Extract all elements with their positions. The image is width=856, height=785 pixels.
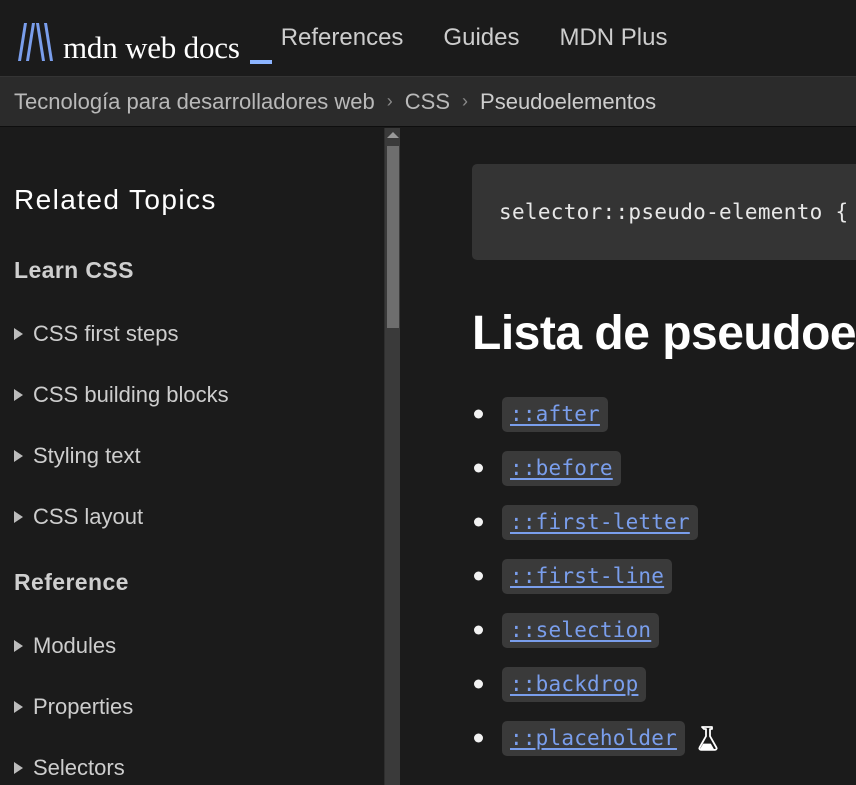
- triangle-right-icon: [14, 389, 23, 401]
- pseudo-link-label: ::backdrop: [510, 671, 639, 696]
- sidebar-scrollbar[interactable]: [384, 128, 400, 785]
- pseudo-link-backdrop[interactable]: ::backdrop: [502, 666, 647, 702]
- breadcrumb: Tecnología para desarrolladores web › CS…: [0, 76, 856, 127]
- pseudo-link-label: ::before: [510, 455, 613, 480]
- pseudo-link-label: ::placeholder: [510, 725, 677, 750]
- breadcrumb-item-pseudoelementos: Pseudoelementos: [480, 88, 657, 114]
- list-item: ::selection: [472, 603, 856, 657]
- article-content: Sintaxis selector::pseudo-elemento { Lis…: [400, 128, 856, 785]
- sidebar-item-css-building-blocks[interactable]: CSS building blocks: [14, 384, 370, 406]
- heading-lista-pseudoelementos: Lista de pseudoelementos: [472, 307, 856, 360]
- sidebar-item-label: Properties: [33, 694, 134, 719]
- mdn-slash-mark-icon: [18, 23, 53, 61]
- triangle-right-icon: [14, 511, 23, 523]
- sidebar-item-label: CSS layout: [33, 504, 144, 529]
- sidebar-item-label: CSS building blocks: [33, 382, 229, 407]
- pseudo-link-placeholder[interactable]: ::placeholder: [502, 720, 685, 756]
- sidebar-item-modules[interactable]: Modules: [14, 635, 370, 657]
- list-item: ::before: [472, 441, 856, 495]
- triangle-right-icon: [14, 450, 23, 462]
- sidebar-item-css-first-steps[interactable]: CSS first steps: [14, 323, 370, 345]
- list-item: ::after: [472, 387, 856, 441]
- sidebar-item-css-layout[interactable]: CSS layout: [14, 506, 370, 528]
- pseudo-link-selection[interactable]: ::selection: [502, 612, 660, 648]
- triangle-right-icon: [14, 701, 23, 713]
- list-item: [472, 765, 856, 785]
- related-topics-sidebar: Related Topics Learn CSS CSS first steps…: [0, 128, 384, 785]
- sidebar-item-styling-text[interactable]: Styling text: [14, 445, 370, 467]
- mdn-logo-text: mdn web docs: [63, 30, 240, 65]
- mdn-logo[interactable]: mdn web docs: [14, 15, 272, 65]
- sidebar-section-learn-css: Learn CSS: [14, 257, 134, 283]
- sidebar-item-properties[interactable]: Properties: [14, 696, 370, 718]
- sidebar-item-label: Modules: [33, 633, 117, 658]
- pseudo-element-list: ::after ::before ::first-letter::first-…: [472, 387, 856, 785]
- flask-icon: [698, 726, 718, 751]
- pseudo-link-label: ::first-line: [510, 563, 665, 588]
- sidebar-item-label: Selectors: [33, 755, 125, 780]
- site-header: mdn web docs References Guides MDN Plus: [0, 0, 856, 76]
- list-item: ::placeholder: [472, 711, 856, 765]
- triangle-right-icon: [14, 762, 23, 774]
- pseudo-link-label: ::selection: [510, 617, 652, 642]
- list-item: ::backdrop: [472, 657, 856, 711]
- breadcrumb-separator-icon: ›: [386, 90, 393, 111]
- list-item: ::first-line: [472, 549, 856, 603]
- breadcrumb-separator-icon: ›: [462, 90, 469, 111]
- scrollbar-thumb[interactable]: [387, 146, 399, 328]
- triangle-right-icon: [14, 640, 23, 652]
- pseudo-link-first-line[interactable]: ::first-line: [502, 558, 673, 594]
- mdn-page: mdn web docs References Guides MDN Plus …: [0, 0, 856, 785]
- syntax-code-block: selector::pseudo-elemento {: [472, 164, 856, 260]
- pseudo-link-first-letter[interactable]: ::first-letter: [502, 504, 698, 540]
- nav-item-guides[interactable]: Guides: [443, 20, 519, 56]
- pseudo-link-label: ::first-letter: [510, 509, 690, 534]
- pseudo-link-label: ::after: [510, 401, 600, 426]
- list-item: ::first-letter: [472, 495, 856, 549]
- nav-item-mdn-plus[interactable]: MDN Plus: [559, 20, 667, 56]
- sidebar-section-reference: Reference: [14, 569, 129, 595]
- mdn-logo-underscore: [250, 60, 272, 64]
- breadcrumb-item-tecnologia[interactable]: Tecnología para desarrolladores web: [14, 90, 375, 113]
- sidebar-item-selectors[interactable]: Selectors: [14, 757, 370, 779]
- triangle-right-icon: [14, 328, 23, 340]
- breadcrumb-item-css[interactable]: CSS: [405, 90, 450, 113]
- main-nav: References Guides MDN Plus: [281, 20, 668, 56]
- pseudo-link-before[interactable]: ::before: [502, 450, 621, 486]
- nav-item-references[interactable]: References: [281, 20, 404, 56]
- sidebar-item-label: Styling text: [33, 443, 141, 468]
- sidebar-item-label: CSS first steps: [33, 321, 179, 346]
- heading-sintaxis: Sintaxis: [472, 128, 856, 134]
- sidebar-title: Related Topics: [14, 184, 217, 215]
- syntax-code-text: selector::pseudo-elemento {: [499, 200, 849, 224]
- page-body: Related Topics Learn CSS CSS first steps…: [0, 128, 856, 785]
- caret-up-icon[interactable]: [386, 132, 399, 138]
- pseudo-link-after[interactable]: ::after: [502, 396, 608, 432]
